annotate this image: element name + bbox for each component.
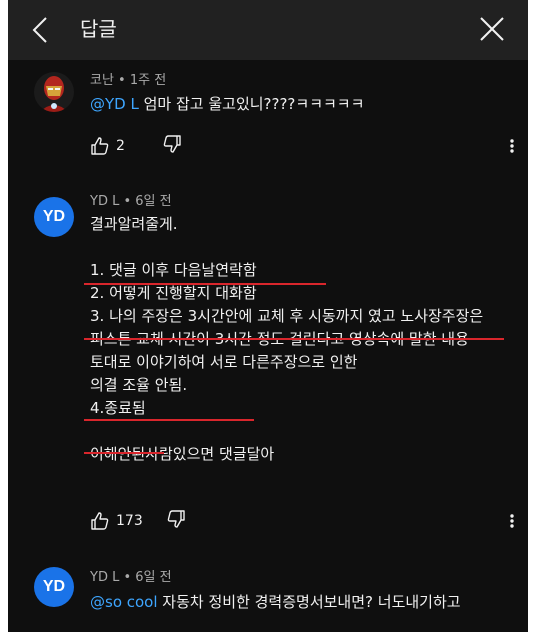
close-button[interactable] [478,15,506,43]
dislike-button[interactable] [166,509,190,533]
thumbs-down-icon [167,510,185,528]
top-bar: 답글 [8,0,528,60]
comment-meta: YD L • 6일 전 [90,570,172,585]
red-annotation-underline [84,452,164,454]
comment-line: 1. 댓글 이후 다음날연락함 [90,261,257,279]
comment-meta: 코난 • 1주 전 [90,73,167,88]
reply-comment: 코난 • 1주 전 @YD L 엄마 잡고 울고있니????ㅋㅋㅋㅋㅋ 2 [8,60,528,185]
reply-comment: YD YD L • 6일 전 @so cool 자동차 정비한 경력증명서보내면… [8,555,528,632]
avatar[interactable]: YD [34,197,74,237]
comment-text: @YD L 엄마 잡고 울고있니????ㅋㅋㅋㅋㅋ [90,93,516,116]
more-options-button[interactable] [504,509,520,533]
thumbs-up-icon [91,137,109,155]
comment-line: 2. 어떻게 진행할지 대화함 [90,284,257,302]
page-title: 답글 [80,17,117,41]
comment-line [90,236,516,259]
comment-line: 결과알려줄게. [90,215,178,233]
more-vertical-icon [510,139,514,153]
red-annotation-underline [84,338,504,340]
more-options-button[interactable] [504,134,520,158]
back-button[interactable] [26,14,58,46]
ironman-avatar-icon [34,72,74,112]
avatar[interactable] [34,72,74,112]
close-icon [480,17,504,41]
comment-actions: 2 [90,134,520,158]
comment-line: 토대로 이야기하여 서로 다른주장으로 인한 [90,353,358,371]
thumbs-down-icon [163,135,181,153]
like-button[interactable]: 2 [90,134,125,158]
comment-line: 의결 조율 안됨. [90,376,188,394]
comment-meta: YD L • 6일 전 [90,194,172,209]
replies-screen: 답글 코난 • 1주 전 @YD L 엄마 잡고 울고있니????ㅋㅋㅋㅋㅋ 2… [8,0,528,632]
mention-link[interactable]: @YD L [90,95,139,113]
like-count: 2 [116,138,125,154]
reply-comment: YD YD L • 6일 전 결과알려줄게. 1. 댓글 이후 다음날연락함 2… [8,185,528,555]
like-count: 173 [116,513,143,529]
comment-line [90,420,516,443]
comment-line: 이해안된사람있으면 댓글달아 [90,445,275,463]
thumbs-up-icon [91,512,109,530]
chevron-left-icon [32,17,47,43]
dislike-button[interactable] [162,134,186,158]
more-vertical-icon [510,514,514,528]
comment-text-content: 자동차 정비한 경력증명서보내면? 너도내기하고 [157,593,461,611]
red-annotation-underline [84,419,254,421]
comment-actions: 173 [90,509,520,533]
red-annotation-underline [84,283,326,285]
comment-text-content: 엄마 잡고 울고있니????ㅋㅋㅋㅋㅋ [138,95,365,113]
comment-text: @so cool 자동차 정비한 경력증명서보내면? 너도내기하고 [90,591,516,614]
comment-line: 3. 나의 주장은 3시간안에 교체 후 시동까지 였고 노사장주장은 [90,307,484,325]
mention-link[interactable]: @so cool [90,593,158,611]
like-button[interactable]: 173 [90,509,143,533]
comment-line: 4.종료됨 [90,399,146,417]
avatar[interactable]: YD [34,567,74,607]
